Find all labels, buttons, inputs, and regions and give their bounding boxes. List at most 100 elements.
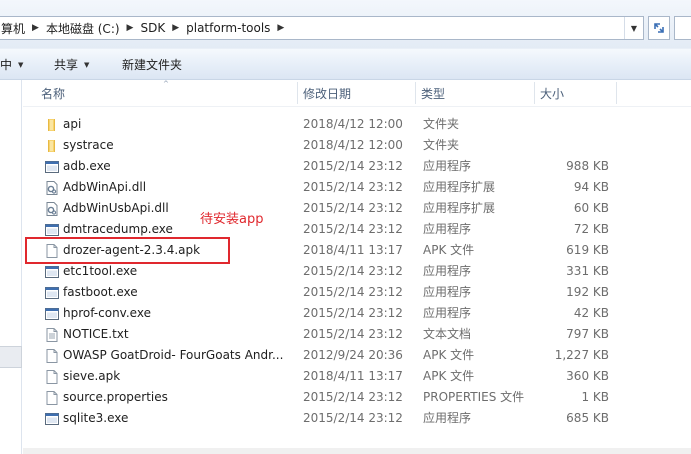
dropdown-arrow-icon: ▼ xyxy=(84,60,90,69)
file-date: 2015/2/14 23:12 xyxy=(303,327,403,341)
column-header-size[interactable]: 大小 xyxy=(534,80,616,106)
exe-icon xyxy=(44,306,60,322)
file-row[interactable]: NOTICE.txt 2015/2/14 23:12 文本文档 797 KB xyxy=(23,324,691,345)
file-list: api 2018/4/12 12:00 文件夹 systrace 2018/4/12 1… xyxy=(23,114,691,429)
file-type: 应用程序扩展 xyxy=(423,180,496,194)
file-row[interactable]: AdbWinUsbApi.dll 2015/2/14 23:12 应用程序扩展 60 … xyxy=(23,198,691,219)
column-header-date[interactable]: 修改日期 xyxy=(297,80,417,106)
file-name: sieve.apk xyxy=(63,369,121,383)
breadcrumb: 算机 ▶ 本地磁盘 (C:) ▶ SDK ▶ platform-tools ▶ xyxy=(1,17,291,39)
exe-icon xyxy=(44,264,60,280)
toolbar-item-label: 共享 xyxy=(54,58,79,72)
exe-icon xyxy=(44,222,60,238)
file-name: source.properties xyxy=(63,390,168,404)
breadcrumb-computer[interactable]: 算机 xyxy=(1,20,25,37)
file-size: 42 KB xyxy=(573,306,609,320)
file-name: systrace xyxy=(63,138,114,152)
file-name: AdbWinApi.dll xyxy=(63,180,147,194)
chevron-right-icon[interactable]: ▶ xyxy=(172,23,179,33)
address-history-dropdown[interactable]: ▼ xyxy=(624,17,643,39)
file-size: 685 KB xyxy=(566,411,609,425)
file-date: 2012/9/24 20:36 xyxy=(303,348,403,362)
search-input[interactable] xyxy=(674,16,691,40)
breadcrumb-local-disk[interactable]: 本地磁盘 (C:) xyxy=(46,20,120,37)
file-type: 应用程序扩展 xyxy=(423,201,496,215)
file-type: 应用程序 xyxy=(423,159,472,173)
file-size: 360 KB xyxy=(566,369,609,383)
chevron-right-icon[interactable]: ▶ xyxy=(277,23,284,33)
column-header-type[interactable]: 类型 xyxy=(415,80,535,106)
dll-icon xyxy=(44,201,60,217)
file-name: hprof-conv.exe xyxy=(63,306,151,320)
dropdown-arrow-icon: ▼ xyxy=(18,60,24,69)
file-date: 2018/4/11 13:17 xyxy=(303,369,403,383)
file-name: api xyxy=(63,117,82,131)
file-type: 应用程序 xyxy=(423,222,472,236)
column-divider[interactable] xyxy=(616,82,617,104)
refresh-button[interactable] xyxy=(648,16,670,40)
file-row[interactable]: sqlite3.exe 2015/2/14 23:12 应用程序 685 KB xyxy=(23,408,691,429)
navigation-pane[interactable] xyxy=(0,80,22,454)
file-size: 72 KB xyxy=(573,222,609,236)
file-type: PROPERTIES 文件 xyxy=(423,390,525,404)
file-row[interactable]: hprof-conv.exe 2015/2/14 23:12 应用程序 42 KB xyxy=(23,303,691,324)
file-row[interactable]: source.properties 2015/2/14 23:12 PROPERTI… xyxy=(23,387,691,408)
file-type: 应用程序 xyxy=(423,264,472,278)
toolbar-include-menu[interactable]: 中 ▼ xyxy=(0,56,23,73)
horizontal-scrollbar[interactable] xyxy=(23,448,691,454)
breadcrumb-sdk[interactable]: SDK xyxy=(140,21,165,35)
file-type: 应用程序 xyxy=(423,411,472,425)
file-date: 2018/4/11 13:17 xyxy=(303,243,403,257)
file-date: 2015/2/14 23:12 xyxy=(303,390,403,404)
exe-icon xyxy=(44,285,60,301)
exe-icon xyxy=(44,411,60,427)
dll-icon xyxy=(44,180,60,196)
address-bar-area: 算机 ▶ 本地磁盘 (C:) ▶ SDK ▶ platform-tools ▶ … xyxy=(0,0,691,48)
file-date: 2015/2/14 23:12 xyxy=(303,306,403,320)
file-name: adb.exe xyxy=(63,159,111,173)
file-icon xyxy=(44,390,60,406)
file-type: APK 文件 xyxy=(423,348,475,362)
file-icon xyxy=(44,369,60,385)
file-size: 192 KB xyxy=(566,285,609,299)
new-folder-button[interactable]: 新建文件夹 xyxy=(122,56,182,73)
file-row[interactable]: AdbWinApi.dll 2015/2/14 23:12 应用程序扩展 94 KB xyxy=(23,177,691,198)
file-date: 2015/2/14 23:12 xyxy=(303,411,403,425)
file-row[interactable]: systrace 2018/4/12 12:00 文件夹 xyxy=(23,135,691,156)
file-date: 2015/2/14 23:12 xyxy=(303,285,403,299)
file-row[interactable]: fastboot.exe 2015/2/14 23:12 应用程序 192 KB xyxy=(23,282,691,303)
annotation-label: 待安装app xyxy=(200,212,264,227)
file-row[interactable]: sieve.apk 2018/4/11 13:17 APK 文件 360 KB xyxy=(23,366,691,387)
file-size: 1 KB xyxy=(581,390,609,404)
file-name: sqlite3.exe xyxy=(63,411,129,425)
file-name: etc1tool.exe xyxy=(63,264,138,278)
chevron-right-icon[interactable]: ▶ xyxy=(32,23,39,33)
file-row[interactable]: api 2018/4/12 12:00 文件夹 xyxy=(23,114,691,135)
file-date: 2015/2/14 23:12 xyxy=(303,222,403,236)
file-size: 988 KB xyxy=(566,159,609,173)
folder-icon xyxy=(44,138,60,154)
text-file-icon xyxy=(44,327,60,343)
command-bar: 中 ▼ 共享 ▼ 新建文件夹 xyxy=(0,48,691,80)
breadcrumb-platform-tools[interactable]: platform-tools xyxy=(186,21,270,35)
chevron-right-icon[interactable]: ▶ xyxy=(127,23,134,33)
file-type: 文本文档 xyxy=(423,327,472,341)
file-size: 60 KB xyxy=(573,201,609,215)
file-row[interactable]: OWASP GoatDroid- FourGoats Andr... 2012/9… xyxy=(23,345,691,366)
chevron-down-icon: ▼ xyxy=(630,23,638,33)
file-date: 2015/2/14 23:12 xyxy=(303,264,403,278)
file-type: 应用程序 xyxy=(423,306,472,320)
column-header-name[interactable]: 名称 xyxy=(35,80,303,106)
file-row[interactable]: adb.exe 2015/2/14 23:12 应用程序 988 KB xyxy=(23,156,691,177)
address-bar[interactable]: 算机 ▶ 本地磁盘 (C:) ▶ SDK ▶ platform-tools ▶ … xyxy=(0,16,644,40)
toolbar-share-menu[interactable]: 共享 ▼ xyxy=(54,56,89,73)
file-name: NOTICE.txt xyxy=(63,327,129,341)
file-size: 619 KB xyxy=(566,243,609,257)
nav-selected-item[interactable] xyxy=(0,346,22,368)
file-date: 2018/4/12 12:00 xyxy=(303,138,403,152)
folder-icon xyxy=(44,117,60,133)
file-row[interactable]: etc1tool.exe 2015/2/14 23:12 应用程序 331 KB xyxy=(23,261,691,282)
file-type: 文件夹 xyxy=(423,117,460,131)
toolbar-item-label: 中 xyxy=(0,58,13,72)
column-header-row: ^ 名称 修改日期 类型 大小 xyxy=(23,80,691,107)
